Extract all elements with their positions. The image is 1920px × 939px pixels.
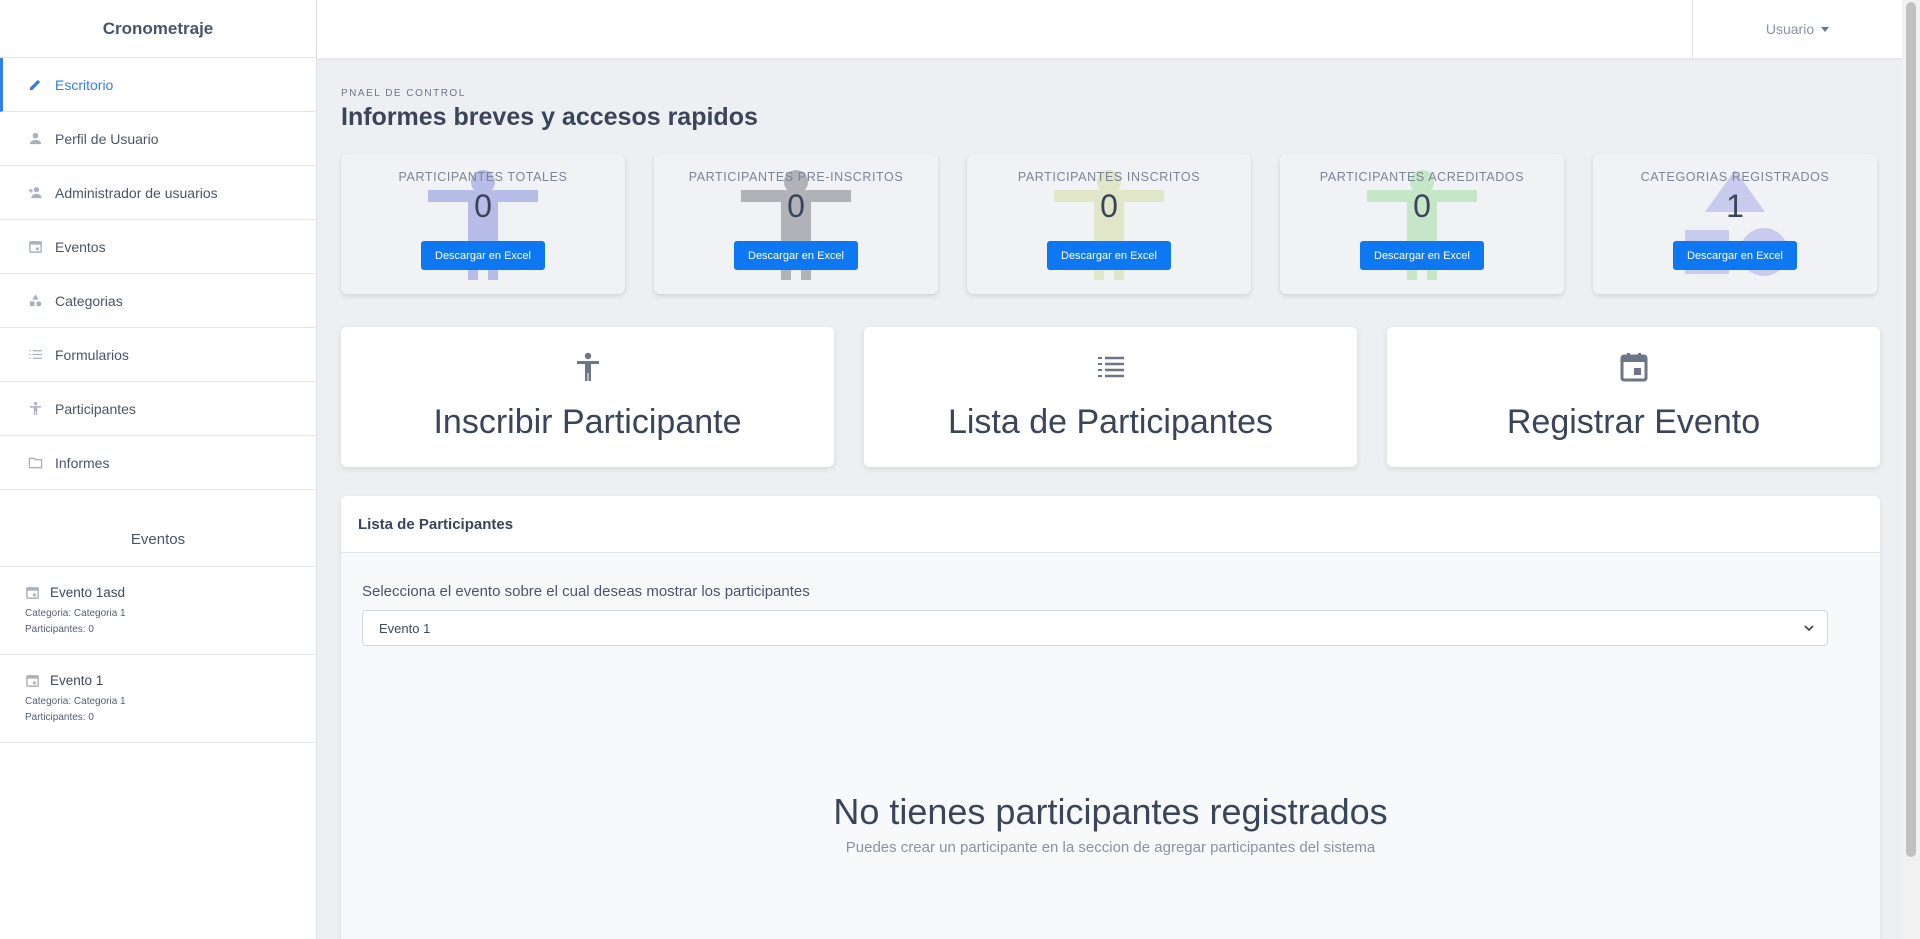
stat-value: 1	[1726, 188, 1744, 224]
person-icon	[26, 400, 44, 418]
sidebar-event-item[interactable]: Evento 1 Categoria: Categoria 1 Particip…	[0, 655, 316, 743]
calendar-icon	[26, 587, 39, 599]
sidebar-item-label: Administrador de usuarios	[55, 184, 218, 201]
calendar-icon	[1620, 353, 1647, 382]
user-menu-label: Usuario	[1765, 21, 1815, 37]
stats-row: PARTICIPANTES TOTALES 0 Descargar en Exc…	[341, 154, 1881, 294]
sidebar-item-label: Eventos	[55, 238, 106, 255]
calendar-icon	[26, 675, 39, 687]
stat-card-pre-inscritos: PARTICIPANTES PRE-INSCRITOS 0 Descargar …	[654, 154, 938, 294]
quick-link-registrar-evento[interactable]: Registrar Evento	[1387, 327, 1880, 467]
list-icon	[1097, 356, 1124, 378]
sidebar-item-label: Formularios	[55, 346, 129, 363]
stat-label: PARTICIPANTES TOTALES	[398, 170, 568, 184]
stat-value: 0	[1100, 188, 1118, 224]
stat-label: PARTICIPANTES INSCRITOS	[1017, 170, 1201, 184]
sidebar-item-label: Perfil de Usuario	[55, 130, 159, 147]
event-category: Categoria: Categoria 1	[25, 696, 126, 707]
event-select[interactable]: Evento 1	[362, 610, 1828, 646]
download-excel-button[interactable]: Descargar en Excel	[1047, 241, 1171, 270]
caret-down-icon	[1821, 26, 1830, 32]
chevron-down-icon	[1804, 625, 1814, 632]
quick-links-row: Inscribir Participante Lista de Particip…	[341, 327, 1881, 467]
quick-link-label: Lista de Participantes	[947, 403, 1274, 441]
events-section-title: Eventos	[0, 490, 316, 567]
event-participants: Participantes: 0	[25, 712, 94, 723]
sidebar-item-categorias[interactable]: Categorias	[0, 274, 316, 328]
participants-panel: Lista de Participantes Selecciona el eve…	[341, 496, 1880, 939]
pencil-icon	[26, 76, 44, 94]
sidebar-item-label: Informes	[55, 454, 110, 471]
download-excel-button[interactable]: Descargar en Excel	[734, 241, 858, 270]
quick-link-lista-participantes[interactable]: Lista de Participantes	[864, 327, 1357, 467]
user-add-icon	[26, 184, 44, 202]
page-scrollbar[interactable]	[1902, 0, 1920, 939]
stat-value: 0	[1413, 188, 1431, 224]
shapes-icon	[26, 292, 44, 310]
top-bar: Usuario	[317, 0, 1902, 58]
sidebar-item-admin-usuarios[interactable]: Administrador de usuarios	[0, 166, 316, 220]
event-category: Categoria: Categoria 1	[25, 608, 126, 619]
sidebar-item-label: Categorias	[55, 292, 123, 309]
calendar-icon	[26, 238, 44, 256]
user-icon	[26, 130, 44, 148]
event-participants: Participantes: 0	[25, 624, 94, 635]
download-excel-button[interactable]: Descargar en Excel	[1360, 241, 1484, 270]
stat-card-inscritos: PARTICIPANTES INSCRITOS 0 Descargar en E…	[967, 154, 1251, 294]
download-excel-button[interactable]: Descargar en Excel	[421, 241, 545, 270]
event-name: Evento 1asd	[50, 585, 126, 600]
stat-label: PARTICIPANTES ACREDITADOS	[1319, 170, 1525, 184]
sidebar-item-formularios[interactable]: Formularios	[0, 328, 316, 382]
sidebar-item-eventos[interactable]: Eventos	[0, 220, 316, 274]
sidebar-event-item[interactable]: Evento 1asd Categoria: Categoria 1 Parti…	[0, 567, 316, 655]
sidebar-item-perfil[interactable]: Perfil de Usuario	[0, 112, 316, 166]
sidebar-item-label: Participantes	[55, 400, 136, 417]
user-menu-dropdown[interactable]: Usuario	[1692, 0, 1902, 58]
event-select-value: Evento 1	[379, 620, 431, 636]
quick-link-inscribir-participante[interactable]: Inscribir Participante	[341, 327, 834, 467]
stat-card-categorias: CATEGORIAS REGISTRADOS 1 Descargar en Ex…	[1593, 154, 1877, 294]
sidebar: Cronometraje Escritorio Perfil de Usuari…	[0, 0, 317, 939]
list-icon	[26, 346, 44, 364]
stat-card-participantes-totales: PARTICIPANTES TOTALES 0 Descargar en Exc…	[341, 154, 625, 294]
stat-value: 0	[787, 188, 805, 224]
stat-label: CATEGORIAS REGISTRADOS	[1640, 170, 1830, 184]
download-excel-button[interactable]: Descargar en Excel	[1673, 241, 1797, 270]
sidebar-item-informes[interactable]: Informes	[0, 436, 316, 490]
page-title: Informes breves y accesos rapidos	[341, 103, 758, 131]
empty-state-title: No tienes participantes registrados	[833, 791, 1388, 832]
event-name: Evento 1	[50, 673, 104, 688]
stat-card-acreditados: PARTICIPANTES ACREDITADOS 0 Descargar en…	[1280, 154, 1564, 294]
folder-icon	[26, 454, 44, 472]
quick-link-label: Registrar Evento	[1506, 403, 1761, 441]
sidebar-item-participantes[interactable]: Participantes	[0, 382, 316, 436]
scrollbar-thumb[interactable]	[1906, 2, 1916, 857]
stat-value: 0	[474, 188, 492, 224]
quick-link-label: Inscribir Participante	[433, 403, 742, 441]
sidebar-item-label: Escritorio	[55, 76, 114, 93]
empty-state-subtitle: Puedes crear un participante en la secci…	[845, 839, 1376, 856]
stat-label: PARTICIPANTES PRE-INSCRITOS	[688, 170, 904, 184]
main-content: PNAEL DE CONTROL Informes breves y acces…	[341, 58, 1881, 939]
person-icon	[576, 352, 599, 381]
sidebar-item-escritorio[interactable]: Escritorio	[0, 58, 316, 112]
brand-title: Cronometraje	[0, 0, 316, 58]
event-select-label: Selecciona el evento sobre el cual desea…	[362, 583, 810, 600]
page-eyebrow: PNAEL DE CONTROL	[341, 88, 466, 99]
panel-title: Lista de Participantes	[341, 496, 1880, 553]
